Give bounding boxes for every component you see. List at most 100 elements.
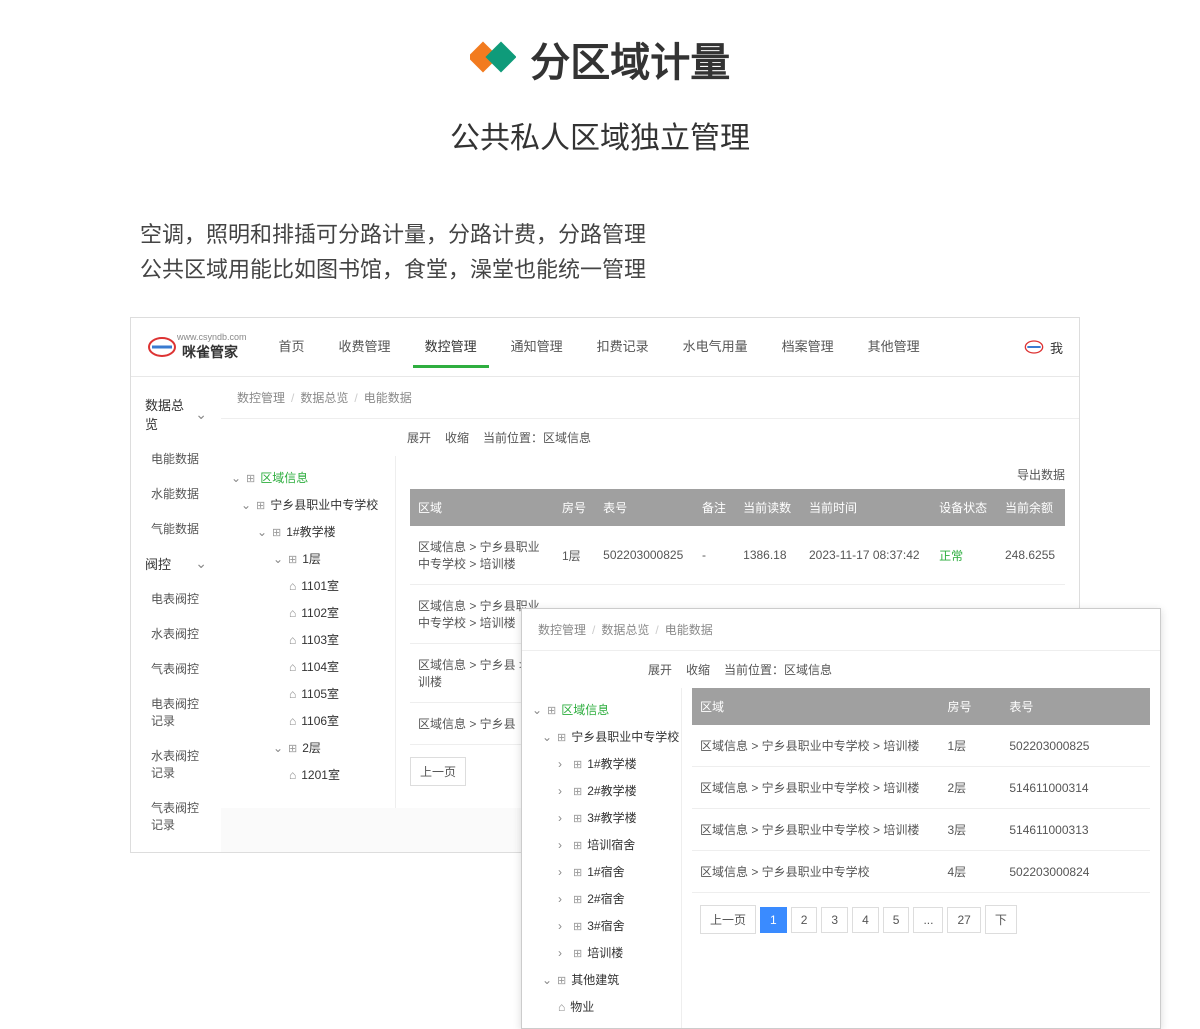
tree-room[interactable]: 1104室: [227, 653, 389, 680]
chevron-down-icon: [195, 406, 207, 423]
overlay-expand[interactable]: 展开: [648, 661, 672, 678]
overlay-tree-node[interactable]: ›2#宿舍: [528, 885, 675, 912]
hero-desc-line2: 公共区域用能比如图书馆，食堂，澡堂也能统一管理: [140, 252, 1200, 287]
side-item-elec-valve[interactable]: 电表阀控: [131, 581, 221, 616]
tree-room[interactable]: 1102室: [227, 599, 389, 626]
building-icon: [573, 784, 582, 798]
expand-button[interactable]: 展开: [407, 429, 431, 446]
pager-page[interactable]: 4: [852, 907, 879, 933]
side-group-valve[interactable]: 阀控: [131, 546, 221, 581]
th-room: 房号: [554, 489, 595, 526]
user-area[interactable]: 我: [1024, 337, 1063, 357]
side-item-gas-log[interactable]: 气表阀控记录: [131, 790, 221, 842]
overlay-tree-node[interactable]: ›培训楼: [528, 939, 675, 966]
nav-fee[interactable]: 收费管理: [327, 326, 403, 368]
pager-page[interactable]: 27: [947, 907, 980, 933]
building-icon: [557, 730, 566, 744]
current-location: 当前位置：区域信息: [483, 429, 591, 446]
overlay-tree-root[interactable]: ⌄区域信息: [528, 696, 675, 723]
nav-archive[interactable]: 档案管理: [770, 326, 846, 368]
side-item-water-valve[interactable]: 水表阀控: [131, 616, 221, 651]
th-reading: 当前读数: [735, 489, 801, 526]
tree-room[interactable]: 1103室: [227, 626, 389, 653]
overlay-tree-node[interactable]: ›培训宿舍: [528, 831, 675, 858]
overlay-collapse[interactable]: 收缩: [686, 661, 710, 678]
brand: www.csyndb.com 咪雀管家: [147, 332, 247, 362]
pager-page[interactable]: 5: [883, 907, 910, 933]
pager-page[interactable]: 2: [791, 907, 818, 933]
home-icon: [289, 633, 296, 647]
pager-page[interactable]: 1: [760, 907, 787, 933]
pager-page[interactable]: 3: [821, 907, 848, 933]
th-meter: 表号: [595, 489, 694, 526]
overlay-tree-wy[interactable]: 物业: [528, 993, 675, 1020]
building-icon: [288, 552, 297, 566]
th-status: 设备状态: [931, 489, 997, 526]
overlay-breadcrumb: 数控管理/数据总览/电能数据: [522, 609, 1160, 651]
overlay-tree-node[interactable]: ›3#教学楼: [528, 804, 675, 831]
breadcrumb: 数控管理/数据总览/电能数据: [221, 377, 1079, 419]
side-item-water-log[interactable]: 水表阀控记录: [131, 738, 221, 790]
export-button[interactable]: 导出数据: [410, 466, 1065, 483]
tree-school[interactable]: ⌄宁乡县职业中专学校: [227, 491, 389, 518]
table-row: 区域信息 > 宁乡县职业中专学校 > 培训楼1层502203000825: [692, 725, 1150, 767]
overlay-table: 区域 房号 表号 区域信息 > 宁乡县职业中专学校 > 培训楼1层5022030…: [692, 688, 1150, 893]
tree-root[interactable]: ⌄区域信息: [227, 464, 389, 491]
overlay-panel: 数控管理/数据总览/电能数据 展开 收缩 当前位置：区域信息 ⌄区域信息 ⌄宁乡…: [521, 608, 1161, 1029]
overlay-tree-node[interactable]: ›2#教学楼: [528, 777, 675, 804]
tree-building1[interactable]: ⌄1#教学楼: [227, 518, 389, 545]
tree-room[interactable]: 1201室: [227, 761, 389, 788]
overlay-tree-node[interactable]: ›1#教学楼: [528, 750, 675, 777]
side-item-water[interactable]: 水能数据: [131, 476, 221, 511]
nav-notice[interactable]: 通知管理: [499, 326, 575, 368]
th-room: 房号: [939, 688, 1001, 725]
side-item-elec[interactable]: 电能数据: [131, 441, 221, 476]
hero-subtitle: 公共私人区域独立管理: [0, 113, 1200, 157]
building-icon: [573, 892, 582, 906]
building-icon: [573, 865, 582, 879]
pager-ellipsis[interactable]: ...: [913, 907, 943, 933]
home-icon: [289, 714, 296, 728]
overlay-pager: 上一页 1 2 3 4 5 ... 27 下: [692, 893, 1150, 946]
side-item-gas-valve[interactable]: 气表阀控: [131, 651, 221, 686]
building-icon: [288, 741, 297, 755]
pager-prev[interactable]: 上一页: [410, 757, 466, 786]
home-icon: [289, 579, 296, 593]
nav-other[interactable]: 其他管理: [856, 326, 932, 368]
building-icon: [272, 525, 281, 539]
nav-data-active[interactable]: 数控管理: [413, 326, 489, 368]
th-time: 当前时间: [801, 489, 931, 526]
tree-floor1[interactable]: ⌄1层: [227, 545, 389, 572]
nav-usage[interactable]: 水电气用量: [671, 326, 760, 368]
pager-next[interactable]: 下: [985, 905, 1017, 934]
side-item-elec-log[interactable]: 电表阀控记录: [131, 686, 221, 738]
building-icon: [256, 498, 265, 512]
pager-prev[interactable]: 上一页: [700, 905, 756, 934]
tree-room[interactable]: 1101室: [227, 572, 389, 599]
table-row: 区域信息 > 宁乡县职业中专学校4层502203000824: [692, 851, 1150, 893]
brand-url: www.csyndb.com: [177, 332, 247, 342]
nav-deduct[interactable]: 扣费记录: [585, 326, 661, 368]
brand-name: 咪雀管家: [182, 344, 238, 360]
side-item-gas[interactable]: 气能数据: [131, 511, 221, 546]
nav-home[interactable]: 首页: [267, 326, 317, 368]
collapse-button[interactable]: 收缩: [445, 429, 469, 446]
building-icon: [573, 811, 582, 825]
user-me: 我: [1050, 338, 1063, 357]
overlay-tree: ⌄区域信息 ⌄宁乡县职业中专学校 ›1#教学楼 ›2#教学楼 ›3#教学楼 ›培…: [522, 688, 682, 1028]
region-tree: ⌄区域信息 ⌄宁乡县职业中专学校 ⌄1#教学楼 ⌄1层 1101室 1102室 …: [221, 456, 396, 808]
tree-room[interactable]: 1106室: [227, 707, 389, 734]
tree-floor2[interactable]: ⌄2层: [227, 734, 389, 761]
tree-room[interactable]: 1105室: [227, 680, 389, 707]
top-nav: 首页 收费管理 数控管理 通知管理 扣费记录 水电气用量 档案管理 其他管理: [267, 326, 1024, 368]
home-icon: [289, 687, 296, 701]
home-icon: [558, 1000, 565, 1014]
overlay-tree-node[interactable]: ›3#宿舍: [528, 912, 675, 939]
building-icon: [246, 471, 255, 485]
side-group-data[interactable]: 数据总览: [131, 387, 221, 441]
overlay-tree-node[interactable]: ›1#宿舍: [528, 858, 675, 885]
building-icon: [573, 757, 582, 771]
overlay-tree-school[interactable]: ⌄宁乡县职业中专学校: [528, 723, 675, 750]
home-icon: [289, 606, 296, 620]
overlay-tree-other[interactable]: ⌄其他建筑: [528, 966, 675, 993]
